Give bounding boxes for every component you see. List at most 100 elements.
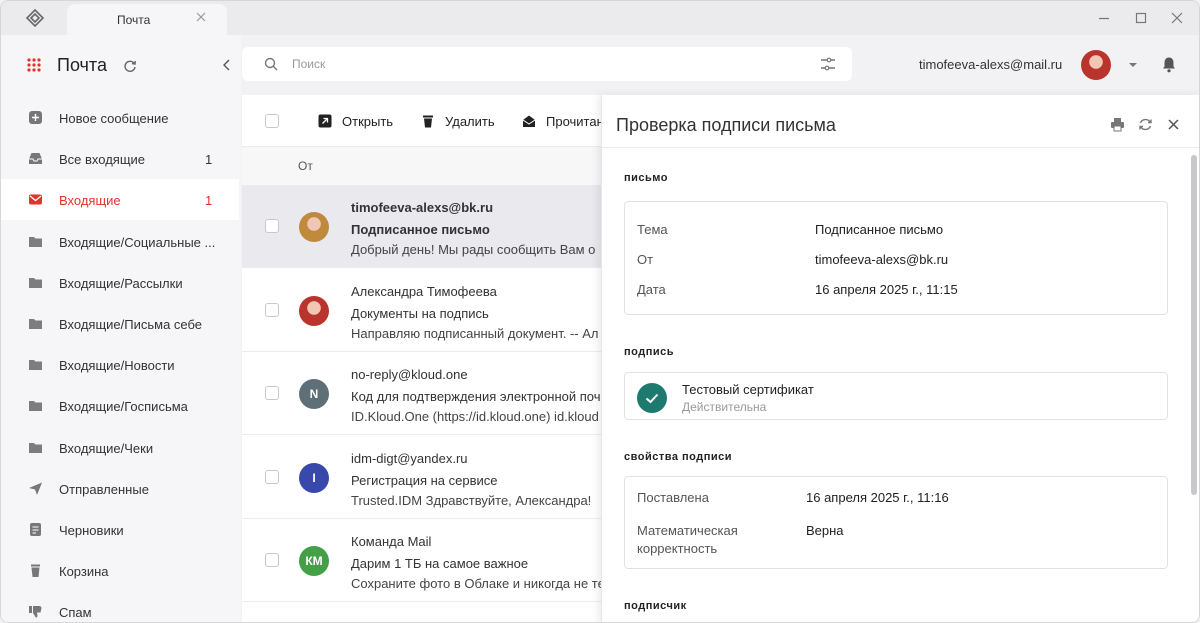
mail-row[interactable]: КМ Команда Mail Дарим 1 ТБ на самое важное… (242, 519, 602, 602)
mail-list: Открыть Удалить Прочитан От timofeeva-al… (242, 95, 602, 622)
chevron-left-icon[interactable] (221, 58, 233, 72)
close-icon[interactable] (1166, 117, 1181, 132)
folder-icon (29, 401, 42, 412)
sidebar-item-label: Новое сообщение (59, 111, 169, 126)
sidebar-item-folder[interactable]: Входящие/Госписьма (1, 385, 239, 426)
sidebar-item-label: Входящие/Письма себе (59, 317, 203, 332)
sidebar-item-label: Входящие/Рассылки (59, 275, 183, 291)
row-checkbox[interactable] (265, 469, 279, 484)
apps-grid-icon[interactable] (27, 58, 41, 72)
tab-label: Почта (117, 13, 151, 27)
app-title: Почта (57, 55, 107, 75)
mark-read-button[interactable]: Прочитан (522, 113, 602, 131)
mail-preview: Добрый день! Мы рады сообщить Вам о (351, 242, 596, 257)
open-external-icon (318, 114, 332, 128)
mail-from: idm-digt@yandex.ru (351, 450, 468, 466)
sidebar-item-compose[interactable]: Новое сообщение (1, 97, 239, 138)
mail-row[interactable]: timofeeva-alexs@bk.ru Подписанное письмо Д… (242, 185, 602, 268)
search-icon (264, 57, 278, 71)
delete-button[interactable]: Удалить (421, 113, 511, 131)
mark-read-label: Прочитан (546, 114, 602, 129)
inbox-icon (29, 153, 42, 165)
sidebar-item-label: Корзина (59, 564, 109, 580)
mail-subject: Документы на подпись (351, 305, 489, 321)
sidebar-item-folder[interactable]: Черновики (1, 509, 239, 550)
filter-icon[interactable] (820, 57, 836, 71)
mail-row[interactable]: Александра Тимофеева Документы на подпись… (242, 269, 602, 352)
trash-icon (31, 564, 40, 578)
from-value: timofeeva-alexs@bk.ru (815, 252, 949, 267)
mail-from: no-reply@kloud.one (351, 367, 468, 382)
sidebar-item-folder[interactable]: Входящие/Письма себе (1, 303, 239, 344)
unread-count: 1 (205, 152, 213, 168)
trash-icon (423, 115, 433, 128)
row-checkbox[interactable] (265, 553, 279, 567)
date-value: 16 апреля 2025 г., 11:15 (815, 282, 958, 297)
math-key-line1: Математическая (637, 523, 738, 538)
sidebar-item-label: Входящие/Госписьма (59, 399, 188, 415)
row-checkbox[interactable] (265, 302, 279, 317)
certificate-status: Действительна (682, 400, 767, 414)
avatar[interactable] (1081, 50, 1111, 80)
mail-subject: Дарим 1 ТБ на самое важное (351, 556, 529, 571)
app-logo-icon (25, 9, 45, 28)
plus-icon (29, 111, 42, 124)
math-value: Верна (806, 523, 844, 538)
math-key-line2: корректность (637, 541, 718, 556)
tab-mail[interactable]: Почта (67, 4, 227, 35)
row-checkbox[interactable] (265, 386, 279, 400)
mail-row[interactable]: Iidm-digt@yandex.ru Регистрация на сервис… (242, 436, 602, 519)
certificate-name: Тестовый сертификат (682, 382, 814, 397)
avatar: КМ (299, 546, 329, 576)
send-icon (29, 482, 42, 495)
scrollbar[interactable] (1191, 155, 1197, 495)
sidebar-item-folder[interactable]: Все входящие 1 (1, 138, 239, 179)
title-bar: Почта (1, 1, 1199, 35)
sidebar-item-label: Входящие (59, 193, 121, 209)
folder-icon (29, 277, 42, 288)
sidebar-item-folder[interactable]: Входящие/Рассылки (1, 262, 239, 303)
mail-row[interactable]: Nno-reply@kloud.one Код для подтверждения… (242, 352, 602, 435)
mail-subject: Код для подтверждения электронной поч (351, 389, 601, 404)
row-checkbox[interactable] (265, 219, 279, 233)
folder-icon (29, 236, 42, 247)
account-email[interactable]: timofeeva-alexs@mail.ru (919, 57, 1062, 72)
maximize-icon[interactable] (1133, 10, 1149, 26)
sidebar-item-folder[interactable]: Отправленные (1, 468, 239, 509)
mail-window: Почта Почта Новое сообщение Все входящие 1… (0, 0, 1200, 623)
section-props: свойства подписи (624, 451, 732, 463)
sidebar-item-folder[interactable]: Входящие/Социальные ... (1, 221, 239, 262)
minimize-icon[interactable] (1096, 10, 1112, 26)
section-signer: подписчик (624, 600, 687, 612)
sidebar-item-folder[interactable]: Входящие/Чеки (1, 427, 239, 468)
sidebar-item-folder[interactable]: Входящие 1 (1, 179, 239, 221)
signature-check-panel: Проверка подписи письма письмо Тема Подп… (601, 95, 1199, 622)
refresh-icon[interactable] (1138, 117, 1153, 132)
select-all-checkbox[interactable] (265, 114, 279, 128)
bell-icon[interactable] (1161, 56, 1177, 73)
mail-preview: Сохраните фото в Облаке и никогда не те (351, 576, 602, 591)
folder-icon (29, 319, 42, 329)
section-letter: письмо (624, 172, 668, 184)
sidebar-item-folder[interactable]: Корзина (1, 550, 239, 591)
column-from[interactable]: От (298, 159, 313, 173)
sidebar-item-folder[interactable]: Входящие/Новости (1, 344, 239, 385)
mail-from: timofeeva-alexs@bk.ru (351, 200, 494, 215)
column-header (242, 147, 602, 185)
sidebar-item-folder[interactable]: Спам (1, 591, 239, 622)
placed-value: 16 апреля 2025 г., 11:16 (806, 490, 949, 505)
mail-from: Команда Mail (351, 534, 432, 549)
avatar (299, 295, 329, 326)
refresh-icon[interactable] (123, 59, 137, 73)
chevron-down-icon[interactable] (1128, 62, 1138, 68)
avatar (299, 212, 329, 242)
mail-preview: Trusted.IDM Здравствуйте, Александра! (351, 492, 592, 508)
open-button[interactable]: Открыть (318, 113, 408, 131)
close-icon[interactable] (195, 11, 207, 23)
window-close-icon[interactable] (1169, 10, 1185, 26)
sidebar-item-label: Все входящие (59, 152, 146, 168)
search-input[interactable] (292, 54, 792, 74)
print-icon[interactable] (1110, 117, 1125, 132)
mail-preview: ID.Kloud.One (https://id.kloud.one) id.k… (351, 409, 599, 424)
certificate-card[interactable]: Тестовый сертификат Действительна (624, 372, 1168, 420)
